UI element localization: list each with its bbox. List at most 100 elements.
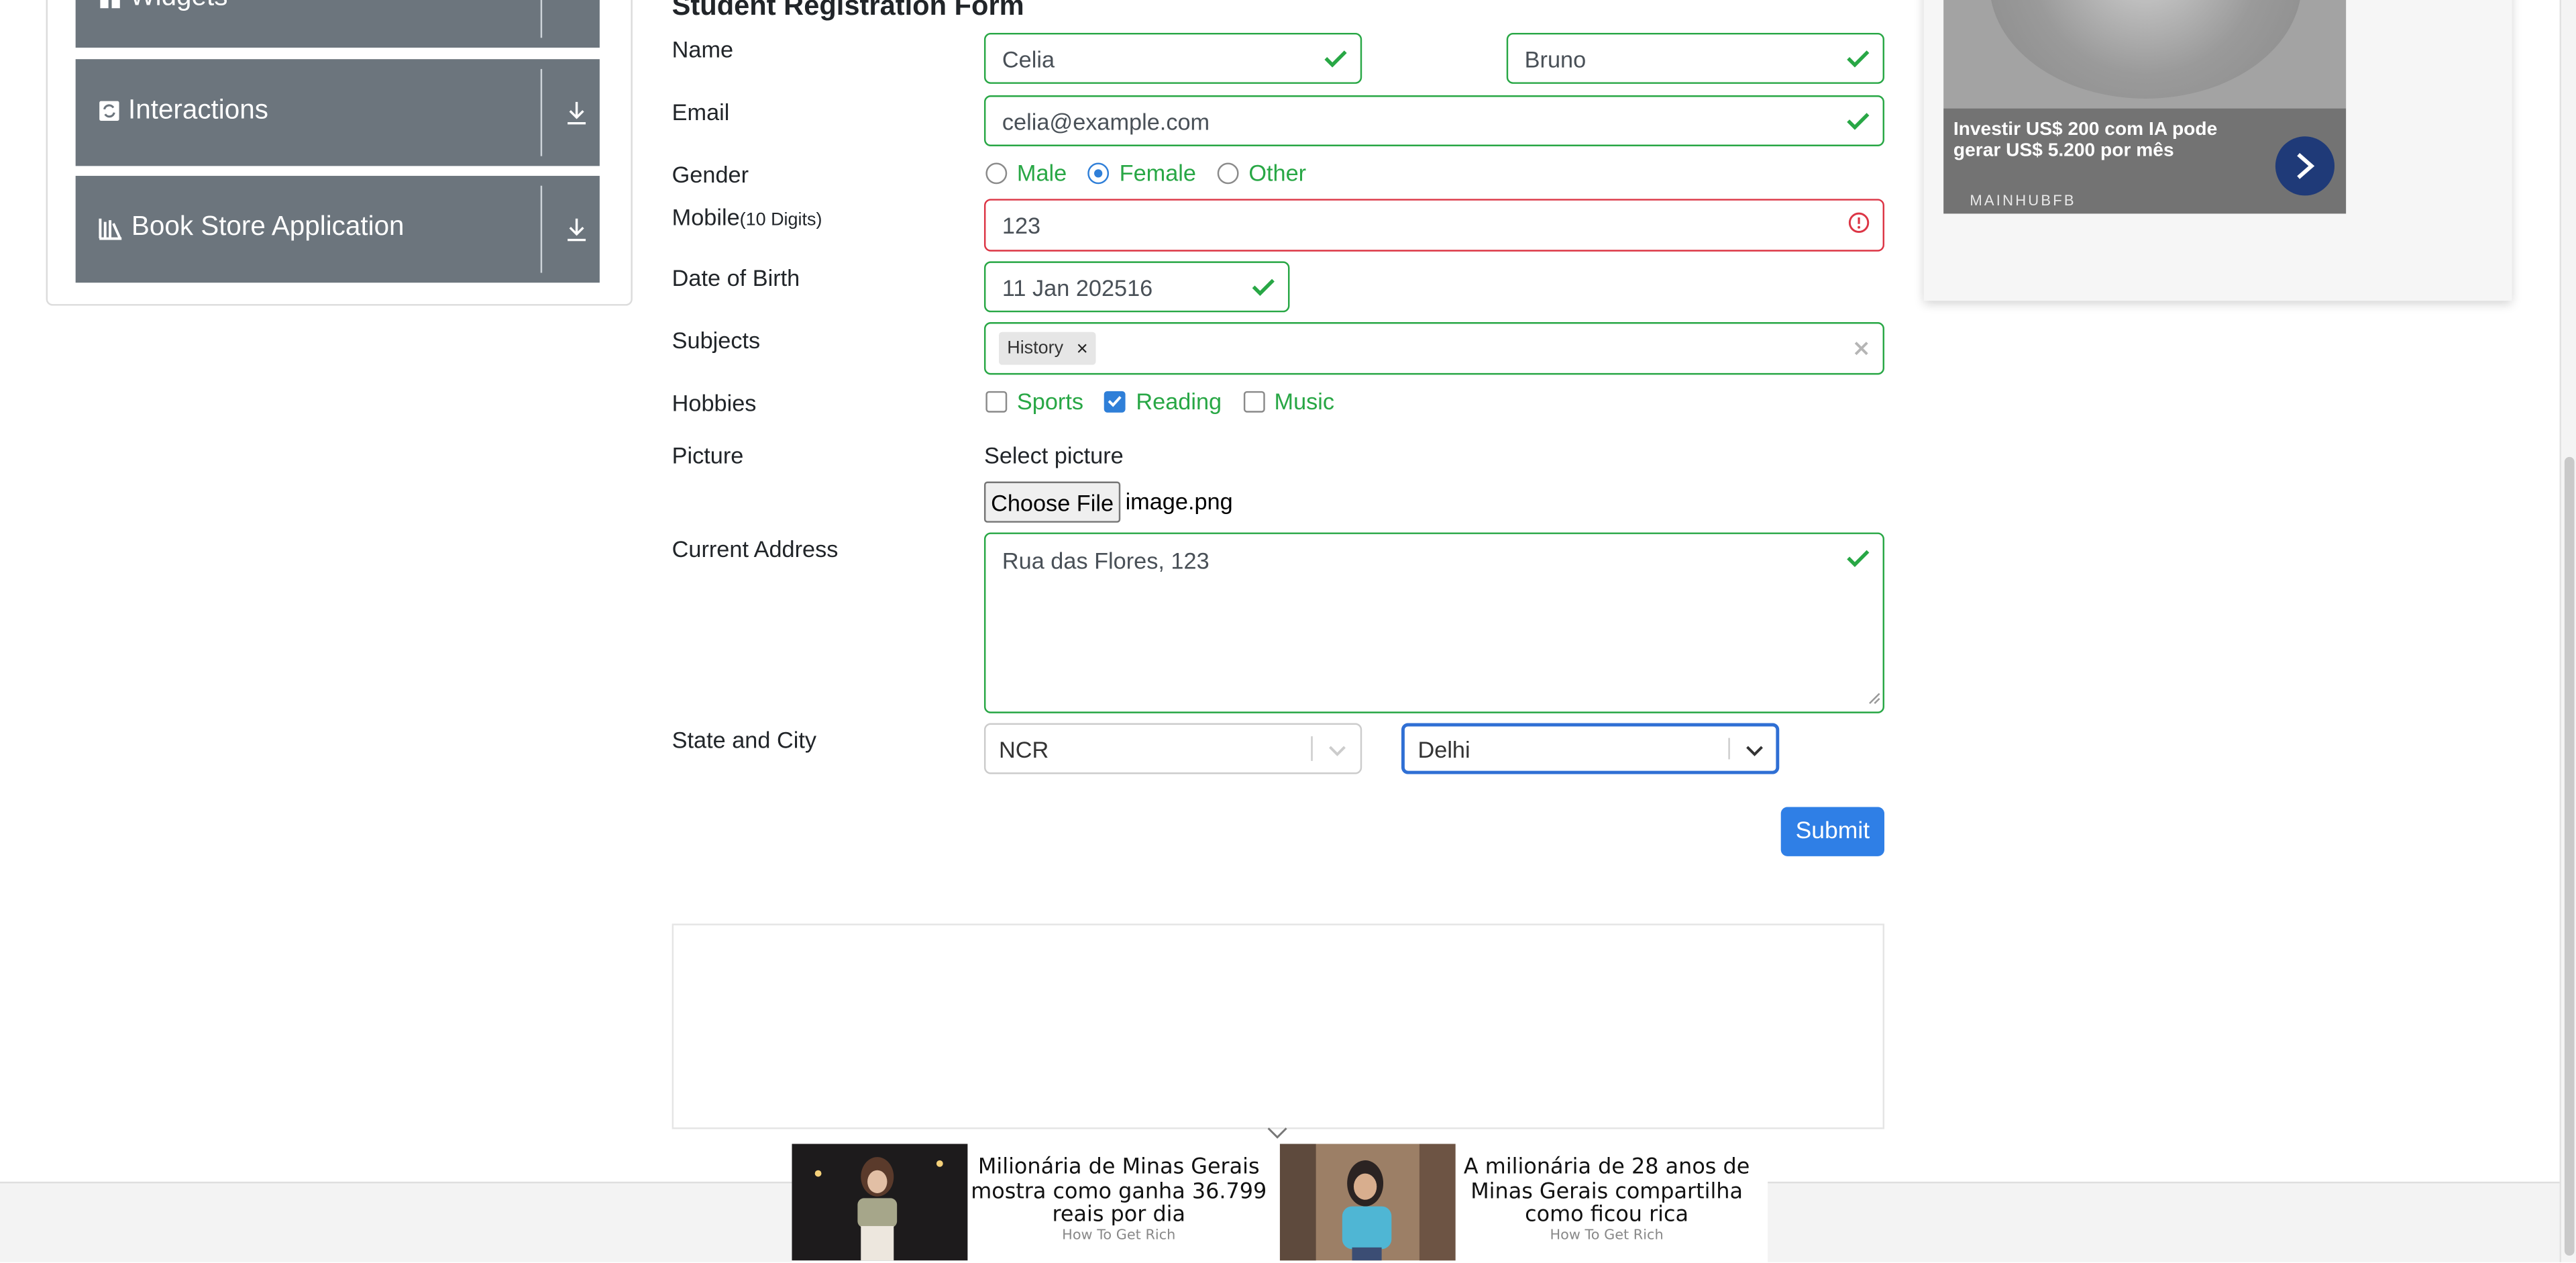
mobile-input[interactable]: 123 [983, 199, 1885, 252]
chevron-right-icon[interactable] [2275, 136, 2335, 196]
select-picture-label: Select picture [983, 442, 1124, 468]
hobby-option-music[interactable]: Music [1242, 387, 1335, 415]
gender-option-label: Female [1119, 159, 1196, 186]
picture-label: Picture [672, 442, 744, 468]
hobby-option-reading[interactable]: Reading [1104, 387, 1222, 415]
remove-subject-icon[interactable]: × [1077, 337, 1088, 360]
page: Widgets Interactions Book Store Applicat… [0, 0, 2576, 1262]
dob-value: 11 Jan 202516 [1002, 273, 1153, 300]
resize-handle-icon[interactable] [1868, 684, 1882, 710]
ad-thumbnail [792, 1144, 968, 1261]
download-icon[interactable] [565, 100, 588, 134]
first-name-value: Celia [1002, 45, 1055, 72]
subjects-label: Subjects [672, 327, 761, 354]
group-divider [540, 185, 543, 273]
subjects-input[interactable]: History × [983, 322, 1885, 375]
hobby-option-label: Music [1274, 387, 1335, 415]
first-name-input[interactable]: Celia [983, 32, 1362, 84]
checkbox[interactable] [985, 390, 1008, 412]
interactions-icon [99, 100, 120, 121]
address-label: Current Address [672, 536, 839, 562]
gender-option-label: Male [1016, 159, 1067, 186]
gender-option-male[interactable]: Male [985, 160, 1067, 186]
email-label: Email [672, 98, 730, 125]
dob-label: Date of Birth [672, 264, 800, 291]
form-title: Student Registration Form [672, 0, 1024, 21]
hobby-option-label: Reading [1136, 387, 1222, 415]
radio-button[interactable] [1217, 162, 1239, 184]
check-icon [1252, 274, 1275, 300]
mobile-hint: (10 Digits) [739, 210, 822, 230]
ad-source: How To Get Rich [1550, 1227, 1664, 1244]
chevron-down-icon[interactable] [1328, 736, 1347, 762]
last-name-value: Bruno [1524, 45, 1587, 72]
hobby-option-label: Sports [1016, 387, 1084, 415]
select-divider [1311, 736, 1313, 761]
dob-input[interactable]: 11 Jan 202516 [983, 261, 1290, 313]
ad-thumbnail [1279, 1144, 1456, 1261]
radio-button[interactable] [1088, 162, 1110, 184]
download-icon[interactable] [565, 217, 588, 251]
file-name: image.png [1125, 488, 1233, 515]
ad-headline: Milionária de Minas Gerais mostra como g… [971, 1155, 1267, 1228]
city-select[interactable]: Delhi [1401, 723, 1780, 774]
mobile-label-text: Mobile [672, 203, 740, 230]
ad-image: Investir US$ 200 com IA pode gerar US$ 5… [1943, 0, 2347, 214]
hobbies-checkbox-group: Sports Reading Music [985, 388, 1355, 414]
sidebar-group-label: Widgets [129, 0, 227, 13]
mobile-value: 123 [1002, 211, 1041, 239]
sidebar-group-interactions[interactable]: Interactions [75, 59, 600, 166]
scrollbar-thumb[interactable] [2564, 456, 2575, 1256]
group-divider [540, 0, 543, 38]
last-name-input[interactable]: Bruno [1506, 32, 1885, 84]
sidebar-group-widgets[interactable]: Widgets [75, 0, 600, 48]
current-address-textarea[interactable]: Rua das Flores, 123 [983, 532, 1885, 713]
radio-button[interactable] [985, 162, 1008, 184]
address-value: Rua das Flores, 123 [1002, 547, 1210, 574]
chevron-down-icon[interactable] [1745, 736, 1764, 762]
download-icon[interactable] [565, 0, 588, 21]
check-icon [1847, 546, 1870, 572]
gender-option-female[interactable]: Female [1088, 160, 1196, 186]
widgets-icon [99, 0, 121, 9]
coin-image [1989, 0, 2302, 99]
choose-file-button[interactable]: Choose File [983, 481, 1121, 523]
email-input[interactable]: celia@example.com [983, 95, 1885, 146]
gender-label: Gender [672, 161, 749, 188]
right-ad[interactable]: Investir US$ 200 com IA pode gerar US$ 5… [1923, 0, 2512, 301]
gender-radio-group: Male Female Other [985, 160, 1328, 186]
bottom-ad[interactable]: Milionária de Minas Gerais mostra como g… [792, 1144, 1768, 1262]
book-store-icon [99, 216, 123, 240]
gender-option-other[interactable]: Other [1217, 159, 1307, 186]
clear-icon[interactable] [1853, 336, 1869, 362]
city-value: Delhi [1417, 735, 1470, 762]
ad-title: Investir US$ 200 com IA pode gerar US$ 5… [1953, 119, 2218, 162]
ad-headline: A milionária de 28 anos de Minas Gerais … [1463, 1155, 1750, 1228]
ad-source: How To Get Rich [1062, 1227, 1176, 1244]
group-divider [540, 68, 543, 156]
sidebar-group-label: Book Store Application [131, 211, 405, 242]
checkbox[interactable] [1104, 390, 1126, 412]
hobbies-label: Hobbies [672, 389, 757, 416]
vertical-scrollbar[interactable] [2559, 0, 2576, 1262]
email-value: celia@example.com [1002, 107, 1210, 134]
ad-brand: MAINHUBFB [1970, 192, 2076, 209]
sidebar-group-book-store[interactable]: Book Store Application [75, 176, 600, 283]
check-icon [1847, 45, 1870, 71]
state-city-label: State and City [672, 726, 816, 753]
check-icon [1324, 45, 1347, 71]
check-icon [1847, 107, 1870, 134]
mobile-label: Mobile(10 Digits) [672, 204, 822, 230]
hobby-option-sports[interactable]: Sports [985, 388, 1083, 414]
error-icon [1848, 212, 1870, 238]
name-label: Name [672, 36, 734, 63]
state-value: NCR [998, 735, 1049, 762]
ad-placeholder-box [672, 923, 1885, 1129]
submit-button[interactable]: Submit [1780, 807, 1885, 856]
subject-chip-label: History [1007, 338, 1064, 358]
select-divider [1728, 738, 1730, 760]
checkbox[interactable] [1242, 390, 1265, 412]
gender-option-label: Other [1248, 159, 1307, 186]
state-select[interactable]: NCR [983, 723, 1362, 774]
subject-chip: History × [998, 332, 1097, 365]
